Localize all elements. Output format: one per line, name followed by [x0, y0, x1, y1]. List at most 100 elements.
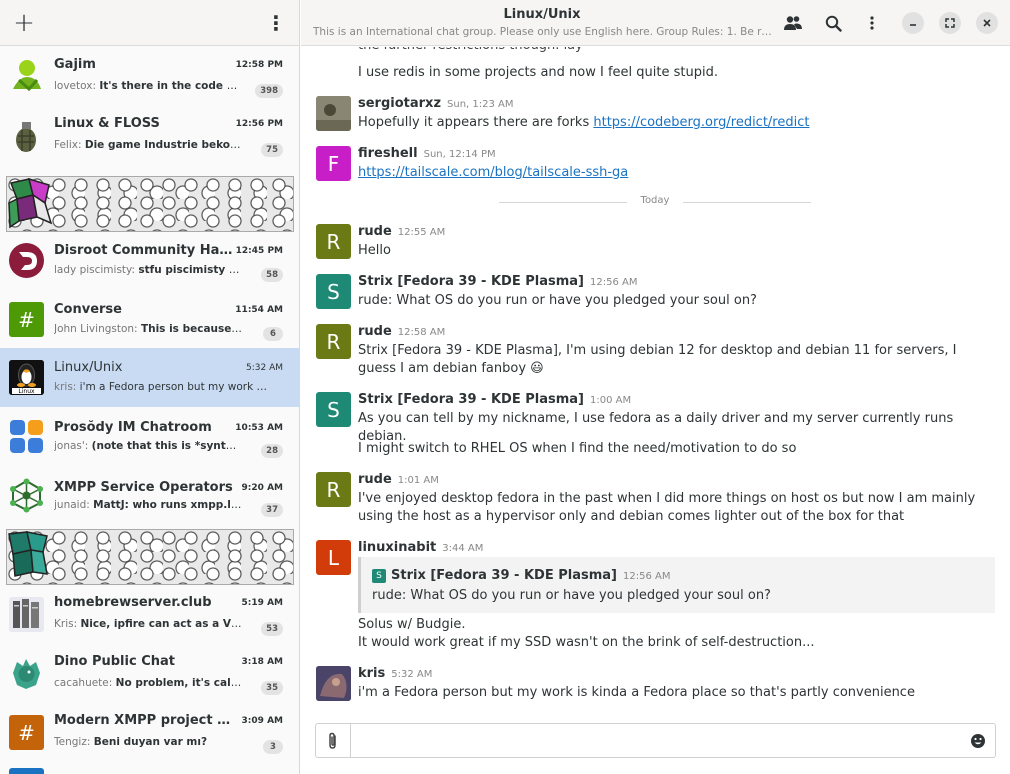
preview-sender: cacahuete:	[54, 677, 113, 689]
message-text: Hopefully it appears there are forks htt…	[358, 114, 988, 132]
conversation-preview: Tengiz: Beni duyan var mı?	[54, 736, 242, 748]
message-nick: rude 12:55 AM	[358, 224, 445, 239]
linux-unix-avatar: Linux	[9, 360, 44, 395]
message-body: Hopefully it appears there are forks	[358, 115, 594, 130]
main-menu-button[interactable]: ⋮	[260, 7, 292, 39]
message-text: https://tailscale.com/blog/tailscale-ssh…	[358, 164, 988, 182]
nick-text: fireshell	[358, 146, 418, 161]
conversation-preview: jonas': (note that this is *syntax* err.…	[54, 440, 242, 452]
message-link[interactable]: https://codeberg.org/redict/redict	[593, 115, 809, 130]
message-time: Sun, 12:14 PM	[423, 149, 496, 160]
message-input[interactable]	[352, 724, 952, 757]
quote-text: rude: What OS do you run or have you ple…	[372, 588, 771, 603]
message-composer	[315, 723, 996, 758]
stained-glass-icon	[8, 531, 48, 577]
conversation-item-converse[interactable]: # Converse 11:54 AM John Livingston: Thi…	[0, 290, 299, 349]
conversation-item-gajim[interactable]: Gajim 12:58 PM lovetox: It's there in th…	[0, 47, 299, 106]
chat-topic: This is an International chat group. Ple…	[313, 26, 773, 38]
preview-sender: John Livingston:	[54, 323, 138, 335]
conversation-name: Linux & FLOSS	[54, 116, 160, 131]
preview-message: It's there in the code searc...	[99, 80, 242, 92]
message-nick: Strix [Fedora 39 - KDE Plasma] 12:56 AM	[358, 274, 637, 289]
conversation-item-disroot[interactable]: Disroot Community Hangout 12:45 PM lady …	[0, 231, 299, 290]
conversation-sidebar: + ⋮ Gajim 12:58 PM lovetox: It's there i…	[0, 0, 300, 774]
emoji-icon	[971, 734, 985, 748]
kebab-menu-icon	[870, 16, 874, 30]
minimize-button[interactable]	[902, 12, 924, 34]
room-banner-image	[6, 529, 294, 585]
preview-message: Nice, ipfire can act as a VM host...	[80, 618, 242, 630]
quote-nick-text: Strix [Fedora 39 - KDE Plasma]	[391, 568, 617, 583]
message-nick: kris 5:32 AM	[358, 666, 432, 681]
message-nick: linuxinabit 3:44 AM	[358, 540, 483, 555]
conversation-item-homebrewserver[interactable]: homebrewserver.club 5:19 AM Kris: Nice, …	[0, 585, 299, 644]
avatar: L	[316, 540, 351, 575]
gajim-avatar	[9, 59, 44, 94]
conversation-preview: Felix: Die game Industrie bekommt e...	[54, 139, 242, 151]
conversation-name: Prosŏdy IM Chatroom	[54, 420, 212, 435]
message-nick: rude 12:58 AM	[358, 324, 445, 339]
preview-sender: junaid:	[54, 499, 90, 511]
next-conversation-avatar-peek	[9, 768, 44, 774]
conversation-item-xmpp-operators[interactable]: XMPP Service Operators 9:20 AM junaid: M…	[0, 466, 299, 525]
message-list: the further restrictions though. lay I u…	[301, 47, 1010, 715]
conversation-time: 3:18 AM	[241, 657, 283, 667]
conversation-item-dino[interactable]: Dino Public Chat 3:18 AM cacahuete: No p…	[0, 644, 299, 703]
separator-line	[683, 202, 811, 203]
message-time: 1:01 AM	[397, 475, 439, 486]
user-photo-icon	[316, 666, 351, 701]
message-time: 12:58 AM	[397, 327, 446, 338]
nick-text: linuxinabit	[358, 540, 437, 555]
sidebar-header: + ⋮	[0, 0, 299, 46]
search-button[interactable]	[820, 10, 846, 36]
avatar: R	[316, 472, 351, 507]
preview-message: Beni duyan var mı?	[93, 736, 208, 748]
nick-text: rude	[358, 472, 392, 487]
prosody-logo-icon	[10, 420, 43, 453]
message-text: It would work great if my SSD wasn't on …	[358, 635, 815, 650]
chat-menu-button[interactable]	[859, 10, 885, 36]
conversation-item-modern-xmpp[interactable]: # Modern XMPP project discu... 3:09 AM T…	[0, 703, 299, 762]
unread-badge: 58	[261, 268, 283, 282]
prosody-avatar	[9, 419, 44, 454]
message-nick: sergiotarxz Sun, 1:23 AM	[358, 96, 514, 111]
conversation-name: Converse	[54, 302, 122, 317]
conversation-preview: cacahuete: No problem, it's called FA...	[54, 677, 242, 689]
avatar: R	[316, 224, 351, 259]
message-text: Solus w/ Budgie.	[358, 617, 466, 632]
unread-badge: 53	[261, 622, 283, 636]
attach-file-button[interactable]	[316, 724, 351, 757]
participants-button[interactable]	[780, 10, 806, 36]
conversation-name: Modern XMPP project discu...	[54, 713, 234, 728]
emoji-button[interactable]	[967, 730, 989, 752]
avatar: S	[316, 392, 351, 427]
message-link[interactable]: https://tailscale.com/blog/tailscale-ssh…	[358, 165, 628, 180]
close-button[interactable]	[976, 12, 998, 34]
conversation-item-prosody[interactable]: Prosŏdy IM Chatroom 10:53 AM jonas': (no…	[0, 407, 299, 466]
preview-sender: Felix:	[54, 139, 82, 151]
conversation-item-linux-floss[interactable]: Linux & FLOSS 12:56 PM Felix: Die game I…	[0, 106, 299, 165]
conversation-time: 5:32 AM	[246, 363, 283, 373]
maximize-button[interactable]	[939, 12, 961, 34]
preview-sender: jonas':	[54, 440, 89, 452]
conversation-time: 12:58 PM	[235, 60, 283, 70]
unread-badge: 75	[261, 143, 283, 157]
people-icon	[784, 16, 802, 30]
message-time: 3:44 AM	[442, 543, 484, 554]
conversation-preview: kris: i'm a Fedora person but my work is…	[54, 381, 269, 393]
preview-message: This is because Peert...	[140, 323, 242, 335]
conversation-preview: John Livingston: This is because Peert..…	[54, 323, 242, 335]
converse-avatar: #	[9, 302, 44, 337]
quote-avatar: S	[372, 569, 386, 583]
grenade-icon	[16, 122, 36, 152]
paperclip-icon	[329, 732, 336, 749]
conversation-item-linux-unix[interactable]: Linux Linux/Unix 5:32 AM kris: i'm a Fed…	[0, 348, 299, 407]
message-text: I've enjoyed desktop fedora in the past …	[358, 491, 976, 524]
quoted-message[interactable]: S Strix [Fedora 39 - KDE Plasma] 12:56 AM…	[358, 557, 995, 613]
message-text: rude: What OS do you run or have you ple…	[358, 293, 757, 308]
preview-message: i'm a Fedora person but my work is ki...	[79, 381, 269, 393]
start-conversation-button[interactable]: +	[8, 7, 40, 39]
preview-sender: Kris:	[54, 618, 78, 630]
nick-text: kris	[358, 666, 386, 681]
message-text: Hello	[358, 243, 391, 258]
